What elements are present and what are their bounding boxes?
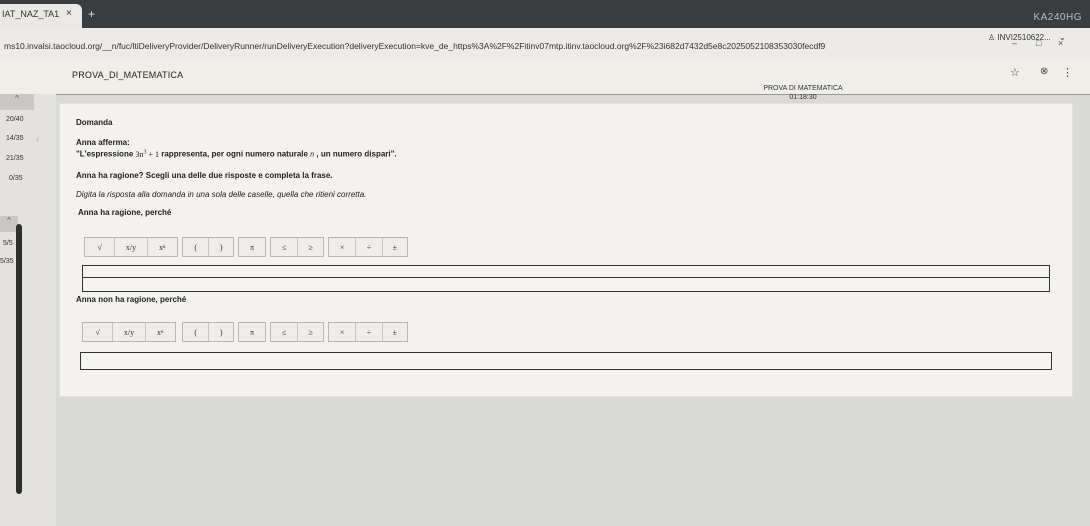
fraction-button[interactable]: x/y [115,238,148,256]
fraction-button-2[interactable]: x/y [113,323,146,341]
chevron-down-icon: ⌄ [1059,33,1066,42]
power-button[interactable]: xⁿ [148,238,177,256]
star-icon[interactable]: ☆ [1010,66,1020,79]
answer-input-1-bottom[interactable] [82,278,1050,292]
question-intro: Anna afferma: [76,138,130,147]
math-expression: 3n3 + 1 [135,149,160,159]
app-header: PROVA_DI_MATEMATICA PROVA DI MATEMATICA … [0,60,1090,101]
menu-icon[interactable]: ⋮ [1062,66,1073,79]
ge-button[interactable]: ≥ [298,238,323,256]
question-statement: "L'espressione 3n3 + 1 rappresenta, per … [76,149,397,159]
le-button[interactable]: ≤ [271,238,299,256]
test-timer-block: PROVA DI MATEMATICA 01:18:30 [760,84,846,102]
paren-open-button-2[interactable]: ( [183,323,210,341]
address-bar: ms10.invalsi.taocloud.org/__n/fuc/ltiDel… [0,28,1090,60]
chevron-up-icon: ^ [15,94,19,103]
question-prompt: Anna ha ragione? Scegli una delle due ri… [76,171,333,180]
pi-button[interactable]: π [239,238,265,256]
user-icon: ♙ [988,33,996,42]
divide-button[interactable]: ÷ [356,238,383,256]
tab-title: IAT_NAZ_TA1 [2,9,60,19]
user-id: INVI2510622... [997,33,1051,42]
nav-item-2[interactable]: 14/35 [6,135,24,142]
url-field[interactable]: ms10.invalsi.taocloud.org/__n/fuc/ltiDel… [4,41,825,51]
chevron-up-icon-2: ^ [7,216,11,225]
timer: 01:18:30 [789,94,817,101]
center-test-title: PROVA DI MATEMATICA [763,85,843,92]
power-button-2[interactable]: xⁿ [146,323,175,341]
le-button-2[interactable]: ≤ [271,323,299,341]
paren-close-button[interactable]: ) [209,238,233,256]
monitor-label: KA240HG [1033,12,1082,23]
sqrt-button-2[interactable]: √ [83,323,114,341]
chevron-left-icon[interactable]: ‹ [36,134,39,145]
test-title: PROVA_DI_MATEMATICA [72,70,184,80]
test-navigation: ^ 20/40 14/35 21/35 0/35 ‹ ^ 5/5 5/35 [0,94,56,526]
nav-item-4[interactable]: 0/35 [9,175,23,182]
times-button[interactable]: × [329,238,357,256]
user-badge[interactable]: ♙ INVI2510622... ⌄ [988,33,1066,42]
answer-input-1[interactable] [82,265,1050,278]
nav-item-5[interactable]: 5/5 [3,240,13,247]
nav-scrollbar[interactable] [16,224,22,494]
question-heading: Domanda [76,118,113,127]
question-instruction: Digita la risposta alla domanda in una s… [76,190,367,199]
nav-section-header[interactable]: ^ [0,94,34,110]
sqrt-button[interactable]: √ [85,238,116,256]
nav-item-3[interactable]: 21/35 [6,155,24,162]
answer-input-2[interactable] [80,352,1052,370]
plusminus-button[interactable]: ± [383,238,407,256]
extension-icon[interactable]: ⊗ [1040,66,1048,77]
nav-item-6[interactable]: 5/35 [0,258,14,265]
browser-tab-bar: IAT_NAZ_TA1 × + KA240HG [0,0,1090,28]
times-button-2[interactable]: × [329,323,357,341]
tab-close-icon[interactable]: × [66,8,72,19]
divide-button-2[interactable]: ÷ [356,323,383,341]
paren-open-button[interactable]: ( [183,238,210,256]
pi-button-2[interactable]: π [239,323,265,341]
new-tab-icon[interactable]: + [88,7,95,21]
paren-close-button-2[interactable]: ) [209,323,233,341]
ge-button-2[interactable]: ≥ [298,323,323,341]
option-label-1: Anna ha ragione, perché [78,208,172,217]
plusminus-button-2[interactable]: ± [383,323,407,341]
option-label-2: Anna non ha ragione, perché [76,295,187,304]
browser-tab[interactable]: IAT_NAZ_TA1 × [0,4,82,28]
nav-item-1[interactable]: 20/40 [6,116,24,123]
